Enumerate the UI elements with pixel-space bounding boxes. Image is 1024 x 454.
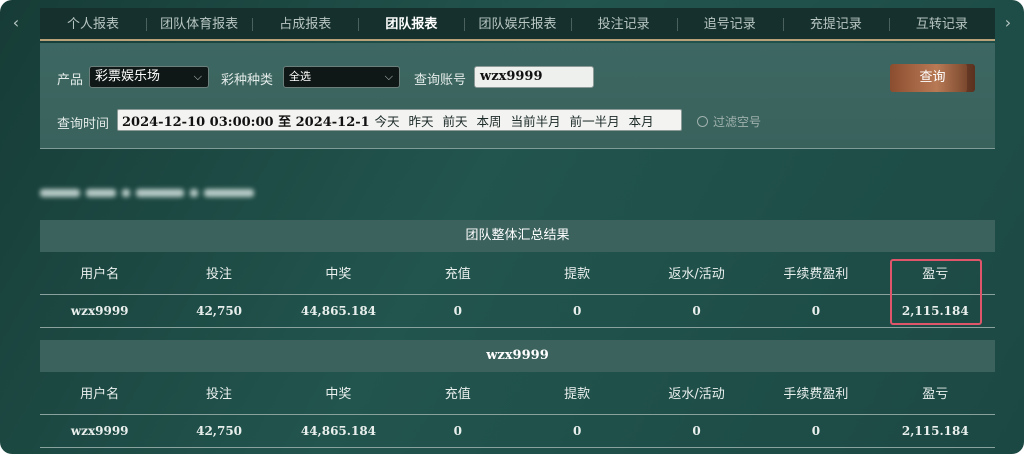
- table-cell: 0: [398, 293, 518, 328]
- column-header: 投注: [206, 387, 233, 403]
- column-header: 提款: [564, 267, 591, 283]
- detail-table: 用户名 投注 中奖 充值 提款 返水/活动 手续费盈利 盈亏 wzx9999 4…: [40, 372, 995, 448]
- table-cell: 0: [636, 293, 757, 328]
- quick-range-day-before[interactable]: 前天: [438, 111, 472, 130]
- table-row: wzx9999 42,750 44,865.184 0 0 0 0 2,115.…: [40, 413, 995, 448]
- quick-range-today[interactable]: 今天: [370, 111, 404, 130]
- tab-team-report[interactable]: 团队报表: [358, 8, 464, 39]
- filter-empty-toggle[interactable]: 过滤空号: [697, 113, 761, 130]
- table-cell: 0: [756, 293, 876, 328]
- lottery-type-label: 彩种种类: [221, 73, 274, 88]
- table-cell: 42,750: [159, 293, 279, 328]
- column-header: 用户名: [80, 387, 120, 403]
- account-label: 查询账号: [414, 73, 467, 88]
- column-header: 手续费盈利: [783, 267, 849, 283]
- tab-personal-report[interactable]: 个人报表: [40, 8, 146, 39]
- tab-team-entertainment-report[interactable]: 团队娱乐报表: [464, 8, 570, 39]
- product-select-value: 彩票娱乐场: [95, 69, 161, 84]
- quick-range-this-week[interactable]: 本周: [472, 111, 506, 130]
- column-header: 盈亏: [922, 387, 949, 403]
- radio-icon[interactable]: [697, 116, 708, 127]
- table-cell: wzx9999: [40, 293, 160, 328]
- date-range-value[interactable]: 2024-12-10 03:00:00 至 2024-12-11 03:00:0: [118, 111, 370, 130]
- column-header: 提款: [564, 387, 591, 403]
- tab-share-report[interactable]: 占成报表: [252, 8, 358, 39]
- tab-chase-records[interactable]: 追号记录: [676, 8, 783, 39]
- report-window: ‹ › 个人报表 团队体育报表 占成报表 团队报表 团队娱乐报表 投注记录 追号…: [0, 0, 1024, 454]
- column-header: 返水/活动: [668, 267, 725, 283]
- tab-deposit-withdraw-records[interactable]: 充提记录: [782, 8, 889, 39]
- time-label: 查询时间: [57, 117, 110, 132]
- column-header: 充值: [444, 387, 471, 403]
- column-header: 充值: [444, 267, 471, 283]
- tab-bet-records[interactable]: 投注记录: [570, 8, 677, 39]
- detail-title: wzx9999: [40, 340, 995, 372]
- chevron-down-icon: ⌵: [193, 70, 202, 83]
- table-cell: 0: [398, 413, 518, 448]
- chevron-right-icon[interactable]: ›: [998, 12, 1018, 34]
- filter-empty-label: 过滤空号: [713, 115, 762, 129]
- table-cell: wzx9999: [40, 413, 160, 448]
- column-header: 投注: [206, 267, 233, 283]
- date-range-picker[interactable]: 2024-12-10 03:00:00 至 2024-12-11 03:00:0…: [117, 109, 682, 131]
- table-cell: 44,865.184: [278, 413, 399, 448]
- table-cell: 0: [756, 413, 876, 448]
- table-cell: 2,115.184: [875, 413, 995, 448]
- product-label: 产品: [57, 73, 84, 88]
- profit-loss-highlight: [890, 259, 982, 325]
- quick-range-previous-half-month[interactable]: 前一半月: [565, 111, 624, 130]
- quick-range-yesterday[interactable]: 昨天: [404, 111, 438, 130]
- column-header: 中奖: [325, 267, 352, 283]
- column-header: 用户名: [80, 267, 120, 283]
- table-cell: 44,865.184: [278, 293, 399, 328]
- table-header-row: 用户名 投注 中奖 充值 提款 返水/活动 手续费盈利 盈亏: [40, 252, 995, 294]
- column-header: 返水/活动: [668, 387, 725, 403]
- column-header: 手续费盈利: [783, 387, 849, 403]
- table-cell: 0: [517, 293, 637, 328]
- account-input[interactable]: wzx9999: [474, 66, 594, 88]
- summary-table: 用户名 投注 中奖 充值 提款 返水/活动 手续费盈利 盈亏 wzx9999 4…: [40, 252, 995, 328]
- column-header: 中奖: [325, 387, 352, 403]
- summary-title: 团队整体汇总结果: [40, 220, 995, 252]
- query-button[interactable]: 查询: [890, 64, 975, 92]
- chevron-down-icon: ⌵: [384, 70, 393, 83]
- table-row: wzx9999 42,750 44,865.184 0 0 0 0 2,115.…: [40, 293, 995, 328]
- product-select[interactable]: 彩票娱乐场 ⌵: [89, 66, 209, 88]
- table-cell: 0: [636, 413, 757, 448]
- tab-transfer-records[interactable]: 互转记录: [888, 8, 995, 39]
- table-cell: 42,750: [159, 413, 279, 448]
- table-header-row: 用户名 投注 中奖 充值 提款 返水/活动 手续费盈利 盈亏: [40, 372, 995, 414]
- lottery-type-select[interactable]: 全选 ⌵: [283, 66, 400, 88]
- lottery-type-select-value: 全选: [289, 70, 311, 83]
- quick-range-current-half-month[interactable]: 当前半月: [506, 111, 565, 130]
- report-tabs: 个人报表 团队体育报表 占成报表 团队报表 团队娱乐报表 投注记录 追号记录 充…: [40, 8, 995, 41]
- tab-team-sports-report[interactable]: 团队体育报表: [146, 8, 252, 39]
- blurred-breadcrumb: [40, 183, 290, 203]
- table-cell: 0: [517, 413, 637, 448]
- quick-range-this-month[interactable]: 本月: [624, 111, 658, 130]
- chevron-left-icon[interactable]: ‹: [6, 12, 26, 34]
- filter-panel: 产品 彩票娱乐场 ⌵ 彩种种类 全选 ⌵ 查询账号 wzx9999 查询 查询时…: [40, 43, 995, 149]
